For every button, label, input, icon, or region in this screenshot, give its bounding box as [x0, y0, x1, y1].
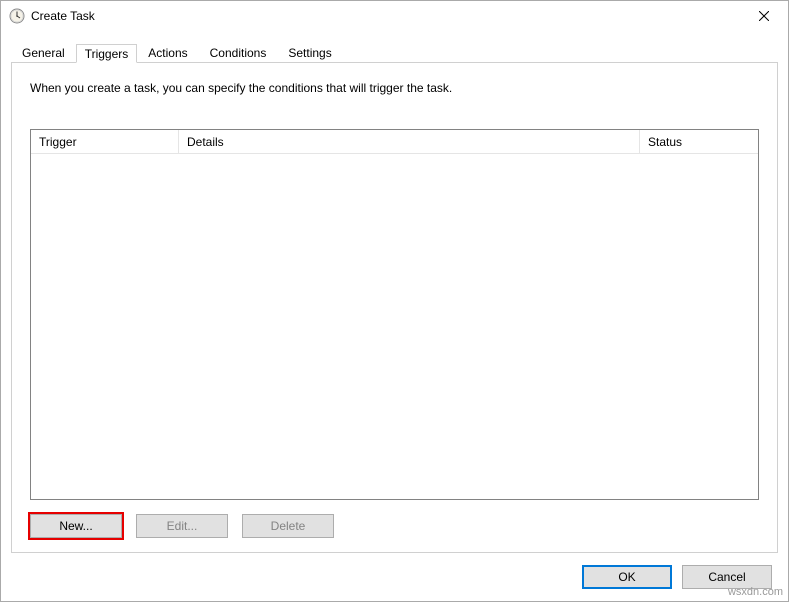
- content-area: General Triggers Actions Conditions Sett…: [1, 31, 788, 565]
- create-task-dialog: Create Task General Triggers Actions Con…: [0, 0, 789, 602]
- column-status[interactable]: Status: [640, 130, 758, 153]
- watermark: wsxdn.com: [728, 586, 783, 598]
- tab-triggers[interactable]: Triggers: [76, 44, 138, 63]
- tab-actions[interactable]: Actions: [137, 41, 198, 63]
- trigger-list[interactable]: Trigger Details Status: [30, 129, 759, 500]
- titlebar: Create Task: [1, 1, 788, 31]
- tab-conditions[interactable]: Conditions: [199, 41, 278, 63]
- column-trigger[interactable]: Trigger: [31, 130, 179, 153]
- button-row: New... Edit... Delete: [30, 514, 759, 538]
- window-title: Create Task: [31, 9, 741, 23]
- app-icon: [9, 8, 25, 24]
- triggers-panel: When you create a task, you can specify …: [11, 62, 778, 553]
- list-header: Trigger Details Status: [31, 130, 758, 154]
- close-button[interactable]: [741, 2, 786, 30]
- tab-row: General Triggers Actions Conditions Sett…: [11, 39, 778, 63]
- panel-description: When you create a task, you can specify …: [30, 81, 759, 95]
- ok-button[interactable]: OK: [582, 565, 672, 589]
- tab-general[interactable]: General: [11, 41, 76, 63]
- delete-button: Delete: [242, 514, 334, 538]
- new-button[interactable]: New...: [30, 514, 122, 538]
- column-details[interactable]: Details: [179, 130, 640, 153]
- dialog-footer: OK Cancel: [1, 565, 788, 601]
- tab-settings[interactable]: Settings: [277, 41, 342, 63]
- edit-button: Edit...: [136, 514, 228, 538]
